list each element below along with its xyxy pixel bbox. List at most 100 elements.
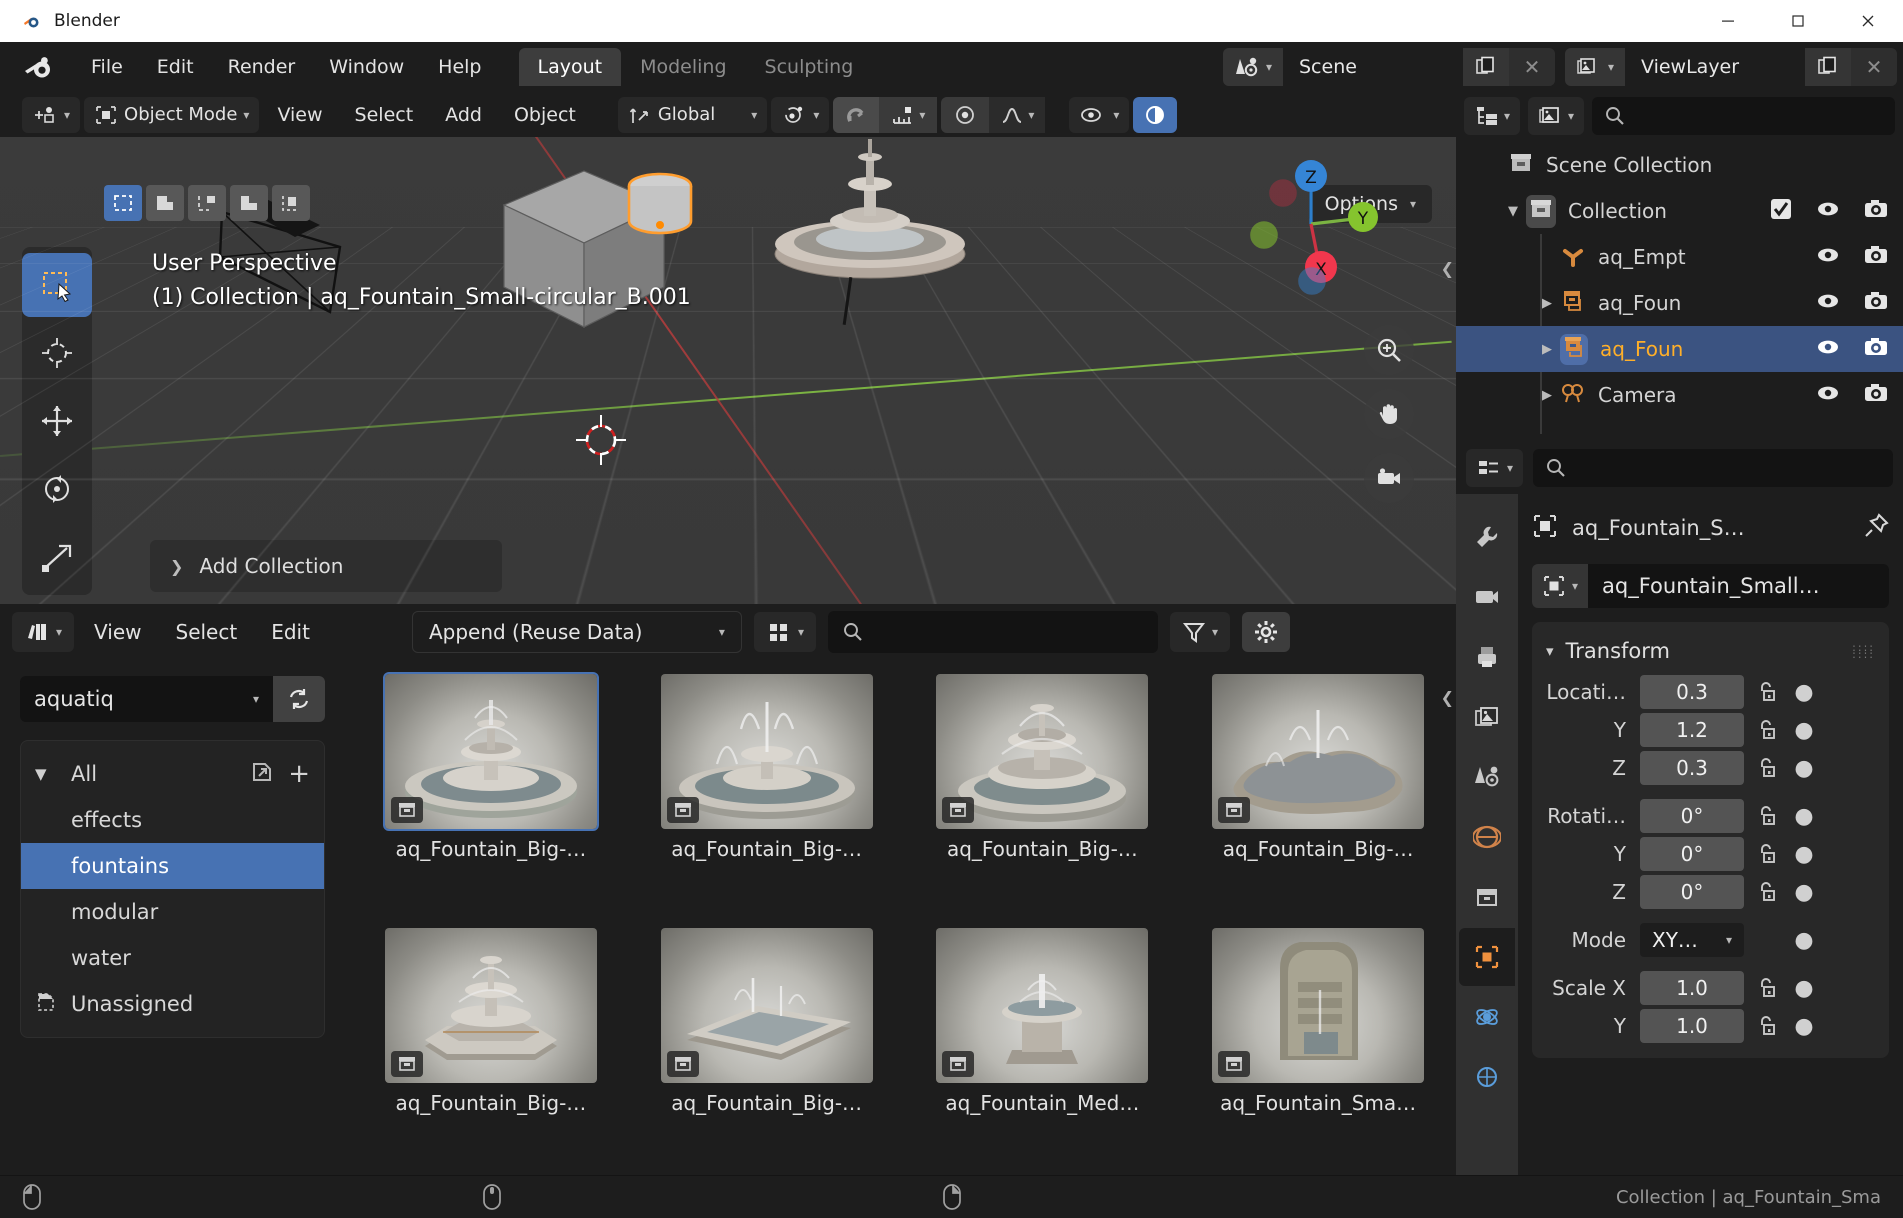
outliner-search-input[interactable] [1592, 97, 1895, 135]
animate-dot-icon[interactable]: ● [1788, 842, 1820, 867]
outliner-row-aq-fountain-2-selected[interactable]: ▶ aq_Foun [1456, 326, 1903, 372]
camera-icon[interactable] [1863, 336, 1889, 363]
outliner-display-mode-icon[interactable]: ▾ [1464, 97, 1520, 135]
animate-dot-icon[interactable]: ● [1788, 718, 1820, 743]
select-subtract-icon[interactable] [230, 185, 268, 221]
location-y-input[interactable]: 1.2 [1640, 713, 1744, 747]
eye-icon[interactable] [1815, 244, 1841, 271]
chevron-down-icon[interactable]: ▾ [1546, 642, 1554, 660]
camera-icon[interactable] [1863, 198, 1889, 225]
minimize-button[interactable] [1693, 0, 1763, 42]
viewport-menu-select[interactable]: Select [341, 99, 428, 131]
asset-browser-editor-icon[interactable]: ▾ [12, 612, 74, 652]
select-new-icon[interactable] [146, 185, 184, 221]
lock-icon[interactable] [1744, 976, 1788, 1000]
object-mode-selector[interactable]: Object Mode ▾ [84, 97, 259, 133]
asset-library-value-wrap[interactable]: aquatiq ▾ [20, 687, 273, 711]
zoom-icon[interactable] [1364, 325, 1414, 375]
menu-window[interactable]: Window [312, 50, 421, 84]
fountain-object[interactable] [760, 137, 980, 289]
tweak-select-tool-icon[interactable] [22, 253, 92, 317]
camera-icon[interactable] [1863, 290, 1889, 317]
menu-file[interactable]: File [74, 50, 140, 84]
asset-item[interactable]: aq_Fountain_Big-… [629, 674, 905, 922]
expander[interactable]: ▶ [1534, 388, 1560, 403]
new-scene-icon[interactable] [1463, 48, 1509, 86]
tab-render[interactable] [1459, 568, 1515, 626]
expander[interactable]: ▼ [35, 765, 63, 783]
transform-orientation-selector[interactable]: Global ▾ [618, 97, 767, 133]
tab-physics[interactable] [1459, 988, 1515, 1046]
add-collection-operator-panel[interactable]: ❯ Add Collection [150, 540, 502, 592]
proportional-falloff-icon[interactable]: ▾ [989, 97, 1045, 133]
refresh-icon[interactable] [273, 676, 325, 722]
viewport-sidebar-toggle-icon[interactable]: ❮ [1441, 259, 1454, 278]
asset-thumbnail[interactable] [661, 674, 873, 829]
rotation-x-input[interactable]: 0° [1640, 799, 1744, 833]
tab-output[interactable] [1459, 628, 1515, 686]
animate-dot-icon[interactable]: ● [1788, 880, 1820, 905]
tab-world[interactable] [1459, 808, 1515, 866]
select-extend-icon[interactable] [188, 185, 226, 221]
editor-type-3dview-icon[interactable]: ▾ [22, 97, 80, 133]
tab-view-layer[interactable] [1459, 688, 1515, 746]
asset-item[interactable]: aq_Fountain_Sma… [1180, 928, 1456, 1176]
camera-icon[interactable] [1863, 244, 1889, 271]
asset-menu-select[interactable]: Select [162, 614, 252, 650]
rotation-mode-select[interactable]: XY… ▾ [1640, 923, 1744, 957]
asset-library-select[interactable]: aquatiq ▾ [20, 676, 325, 722]
animate-dot-icon[interactable]: ● [1788, 928, 1820, 953]
eye-icon[interactable] [1815, 198, 1841, 225]
eye-icon[interactable] [1815, 290, 1841, 317]
snap-increment-icon[interactable]: ▾ [879, 97, 937, 133]
asset-item[interactable]: aq_Fountain_Big-… [353, 928, 629, 1176]
asset-item[interactable]: aq_Fountain_Big-… [629, 928, 905, 1176]
cursor-tool-icon[interactable] [22, 321, 92, 385]
object-id-value[interactable]: aq_Fountain_Small… [1588, 564, 1889, 608]
viewport-menu-object[interactable]: Object [500, 99, 590, 131]
rotation-z-input[interactable]: 0° [1640, 875, 1744, 909]
pivot-point-icon[interactable]: ▾ [771, 97, 829, 133]
scene-icon[interactable]: ▾ [1223, 48, 1283, 86]
properties-editor-icon[interactable]: ▾ [1466, 449, 1523, 487]
scale-x-input[interactable]: 1.0 [1640, 971, 1744, 1005]
asset-item[interactable]: aq_Fountain_Big-… [905, 674, 1181, 922]
expander[interactable]: ▶ [1534, 342, 1560, 357]
animate-dot-icon[interactable]: ● [1788, 804, 1820, 829]
asset-item[interactable]: aq_Fountain_Big-… [1180, 674, 1456, 922]
animate-dot-icon[interactable]: ● [1788, 756, 1820, 781]
object-id-field[interactable]: ▾ aq_Fountain_Small… [1532, 564, 1889, 608]
animate-dot-icon[interactable]: ● [1788, 680, 1820, 705]
location-x-input[interactable]: 0.3 [1640, 675, 1744, 709]
asset-menu-view[interactable]: View [80, 614, 155, 650]
lock-icon[interactable] [1744, 804, 1788, 828]
menu-edit[interactable]: Edit [140, 50, 211, 84]
asset-thumbnail[interactable] [1212, 674, 1424, 829]
viewport-menu-add[interactable]: Add [431, 99, 496, 131]
menu-help[interactable]: Help [421, 50, 498, 84]
view-layer-icon[interactable]: ▾ [1565, 48, 1625, 86]
lock-icon[interactable] [1744, 880, 1788, 904]
asset-thumbnail[interactable] [936, 928, 1148, 1083]
asset-thumbnail[interactable] [385, 674, 597, 829]
navigation-gizmo[interactable]: Z Y X [1236, 149, 1386, 299]
asset-search-input[interactable] [828, 611, 1158, 653]
viewport-shading-icon[interactable] [1133, 97, 1177, 133]
expander[interactable]: ▶ [1534, 296, 1560, 311]
animate-dot-icon[interactable]: ● [1788, 976, 1820, 1001]
remove-scene-button[interactable]: ✕ [1509, 48, 1555, 86]
outliner-row-scene-collection[interactable]: Scene Collection [1456, 142, 1903, 188]
snap-magnet-icon[interactable] [833, 97, 879, 133]
gear-icon[interactable] [1242, 612, 1290, 652]
catalog-row-all[interactable]: ▼ All + [21, 751, 324, 797]
asset-display-mode-icon[interactable]: ▾ [754, 612, 816, 652]
lock-icon[interactable] [1744, 680, 1788, 704]
proportional-edit-icon[interactable] [941, 97, 989, 133]
import-method-select[interactable]: Append (Reuse Data) ▾ [412, 611, 742, 653]
show-hide-icon[interactable]: ▾ [1069, 97, 1129, 133]
catalog-row-water[interactable]: water [21, 935, 324, 981]
tab-layout[interactable]: Layout [519, 48, 622, 86]
tab-object[interactable] [1459, 928, 1515, 986]
scale-y-input[interactable]: 1.0 [1640, 1009, 1744, 1043]
scale-tool-icon[interactable] [22, 525, 92, 589]
